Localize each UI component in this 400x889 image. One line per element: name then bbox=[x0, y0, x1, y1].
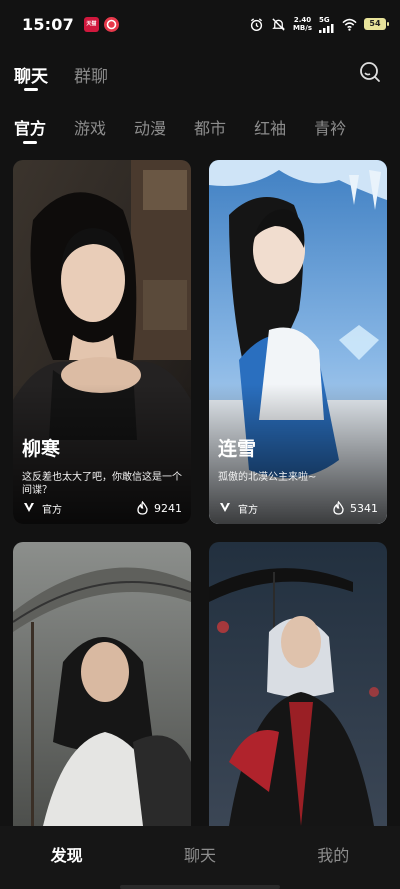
net-speed-unit: MB/s bbox=[292, 24, 312, 32]
status-time: 15:07 bbox=[22, 14, 74, 34]
status-bar: 15:07 天猫 2.40 MB/s 5G 54 bbox=[0, 0, 400, 48]
active-category-indicator bbox=[23, 141, 37, 144]
flame-icon bbox=[137, 501, 148, 515]
status-app-badges: 天猫 bbox=[83, 16, 119, 32]
character-card[interactable] bbox=[209, 542, 387, 826]
category-tab-game[interactable]: 游戏 bbox=[74, 112, 106, 152]
category-tab-hongxiu[interactable]: 红袖 bbox=[254, 112, 286, 152]
category-label: 官方 bbox=[14, 119, 47, 138]
character-card[interactable]: 连雪 孤傲的北漠公主来啦~ 官方 5341 bbox=[209, 160, 387, 524]
tab-group-chat-label: 群聊 bbox=[74, 67, 108, 87]
alarm-icon bbox=[250, 17, 263, 31]
official-badge-label: 官方 bbox=[238, 504, 258, 516]
bottom-nav: 发现 聊天 我的 bbox=[0, 826, 400, 889]
category-tab-urban[interactable]: 都市 bbox=[194, 112, 226, 152]
nav-chat[interactable]: 聊天 bbox=[160, 842, 240, 866]
net-type: 5G bbox=[319, 15, 330, 24]
category-label: 游戏 bbox=[74, 119, 107, 138]
search-icon[interactable] bbox=[358, 60, 382, 84]
character-card[interactable]: 柳寒 这反差也太大了吧，你敢信这是一个间谍？ 官方 9241 bbox=[13, 160, 191, 524]
music-app-icon bbox=[103, 16, 119, 32]
character-name: 连雪 bbox=[218, 438, 257, 460]
nav-me[interactable]: 我的 bbox=[293, 842, 373, 866]
category-label: 青衿 bbox=[314, 119, 347, 138]
home-indicator[interactable] bbox=[120, 885, 280, 889]
card-footer: 官方 5341 bbox=[218, 500, 378, 516]
category-label: 都市 bbox=[194, 119, 227, 138]
character-name: 柳寒 bbox=[22, 438, 61, 460]
status-right: 2.40 MB/s 5G 54 bbox=[249, 16, 389, 33]
net-speed-value: 2.40 bbox=[293, 16, 312, 24]
character-card[interactable] bbox=[13, 542, 191, 826]
tmall-app-icon: 天猫 bbox=[83, 16, 99, 32]
category-tab-anime[interactable]: 动漫 bbox=[134, 112, 166, 152]
official-badge-label: 官方 bbox=[42, 504, 62, 516]
character-portrait-image bbox=[209, 542, 387, 826]
popularity-count: 9241 bbox=[154, 501, 182, 515]
nav-discover[interactable]: 发现 bbox=[27, 842, 107, 866]
category-tab-official[interactable]: 官方 bbox=[14, 112, 46, 152]
flame-icon bbox=[333, 501, 344, 515]
tab-group-chat[interactable]: 群聊 bbox=[74, 58, 108, 87]
official-logo-icon bbox=[220, 503, 230, 512]
category-tabs: 官方 游戏 动漫 都市 红袖 青衿 bbox=[14, 112, 386, 152]
tab-chat[interactable]: 聊天 bbox=[14, 58, 48, 91]
card-footer: 官方 9241 bbox=[22, 500, 182, 516]
character-description: 这反差也太大了吧，你敢信这是一个间谍？ bbox=[22, 472, 182, 496]
category-label: 红袖 bbox=[254, 119, 287, 138]
tab-chat-label: 聊天 bbox=[14, 67, 48, 87]
wifi-icon bbox=[342, 18, 357, 31]
official-logo-icon bbox=[24, 503, 34, 512]
character-description: 孤傲的北漠公主来啦~ bbox=[218, 472, 317, 483]
net-speed: 2.40 MB/s bbox=[293, 16, 312, 32]
active-tab-indicator bbox=[24, 88, 38, 91]
popularity-count: 5341 bbox=[350, 501, 378, 515]
character-portrait-image bbox=[13, 542, 191, 826]
popularity: 5341 bbox=[332, 501, 378, 515]
category-label: 动漫 bbox=[134, 119, 167, 138]
cell-signal: 5G bbox=[319, 16, 335, 33]
popularity: 9241 bbox=[136, 501, 182, 515]
category-tab-qingjin[interactable]: 青衿 bbox=[314, 112, 346, 152]
signal-bars-icon bbox=[319, 23, 334, 33]
mute-bell-icon bbox=[272, 17, 285, 31]
chat-type-tabs: 聊天 群聊 bbox=[14, 58, 386, 98]
battery: 54 bbox=[364, 18, 389, 30]
